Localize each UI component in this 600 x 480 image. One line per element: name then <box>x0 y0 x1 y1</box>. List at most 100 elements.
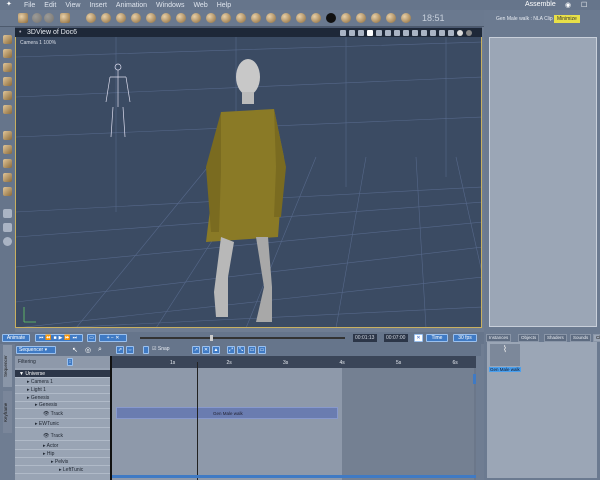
bone-icon[interactable] <box>401 13 411 23</box>
playback-controls[interactable]: ⏮⏪■▶⏩⏭ <box>35 334 83 342</box>
twist-tool-icon[interactable] <box>3 159 12 168</box>
workspace-label[interactable]: Assemble <box>525 1 556 8</box>
render-icon[interactable] <box>448 30 454 36</box>
time-mode-select[interactable]: Time <box>426 334 448 342</box>
menu-file[interactable]: File <box>24 2 35 9</box>
fit-button[interactable]: ▭ <box>258 346 266 354</box>
keyframe-buttons[interactable]: + − ✕ <box>99 334 127 342</box>
brush-icon[interactable] <box>341 13 351 23</box>
plane-icon[interactable] <box>191 13 201 23</box>
hand-pan-icon[interactable] <box>3 223 12 232</box>
tab-sounds[interactable]: Sounds <box>570 334 592 342</box>
menu-animation[interactable]: Animation <box>116 2 147 9</box>
fps-select[interactable]: 30 fps <box>453 334 477 342</box>
filter-button[interactable]: ↕ <box>67 358 73 366</box>
tree-row[interactable]: ▸ LeftTunic <box>15 466 110 474</box>
tree-row[interactable]: ▸ Actor <box>15 442 110 450</box>
app-logo-icon[interactable]: ✦ <box>6 0 12 8</box>
figure-tool-icon[interactable] <box>60 13 70 23</box>
shield-icon[interactable] <box>412 30 418 36</box>
nla-clip[interactable]: Gen Male walk <box>116 407 338 419</box>
disc-icon[interactable] <box>221 13 231 23</box>
orbit-tool-icon[interactable] <box>3 145 12 154</box>
expand-button[interactable]: ⤢ <box>227 346 235 354</box>
split-button[interactable]: ⇔ <box>126 346 134 354</box>
bowl-icon[interactable] <box>296 13 306 23</box>
tab-objects[interactable]: Objects <box>518 334 540 342</box>
light-icon[interactable] <box>206 13 216 23</box>
target-icon[interactable]: ◎ <box>85 346 91 354</box>
flower-icon[interactable] <box>266 13 276 23</box>
sphere-primitive-icon[interactable] <box>86 13 96 23</box>
menu-edit[interactable]: Edit <box>44 2 56 9</box>
sphere-shaded-icon[interactable] <box>457 30 463 36</box>
timeline-vscroll[interactable] <box>473 374 476 384</box>
ring-icon[interactable] <box>281 13 291 23</box>
tree-row[interactable]: 👁 Track <box>15 409 110 419</box>
blend-button[interactable]: ⇗ <box>116 346 124 354</box>
snap-checkbox[interactable]: ☑ Snap <box>152 346 170 352</box>
tree-row[interactable]: ▸ Hip <box>15 450 110 458</box>
menu-web[interactable]: Web <box>193 2 207 9</box>
tree-row[interactable]: ▸ EWTunic <box>15 420 110 428</box>
range-toggle[interactable]: ✕ <box>414 334 423 342</box>
cluster-icon[interactable] <box>251 13 261 23</box>
basket-icon[interactable] <box>311 13 321 23</box>
select-icon[interactable]: ↖ <box>72 346 78 354</box>
tree-row[interactable]: ▸ Camera 1 <box>15 378 110 386</box>
joint-tool-icon[interactable] <box>3 105 12 114</box>
shield-icon[interactable] <box>403 30 409 36</box>
timeline-scrollbar[interactable] <box>112 475 476 478</box>
zoom-icon[interactable]: ⌕ <box>98 346 102 354</box>
universal-tool-icon[interactable] <box>3 49 12 58</box>
node-tool-icon[interactable] <box>3 187 12 196</box>
scale-tool-icon[interactable] <box>3 91 12 100</box>
viewport-menu-icon[interactable]: • <box>19 29 21 36</box>
tree-row[interactable]: ▸ Genesis <box>15 401 110 409</box>
3d-viewport[interactable]: Camera 1 100% <box>15 37 482 328</box>
tree-row[interactable]: 👁 Track <box>15 431 110 441</box>
tab-instances[interactable]: Instances <box>486 334 512 342</box>
collapse-button[interactable]: ⤡ <box>237 346 245 354</box>
pan-tool-icon[interactable] <box>3 173 12 182</box>
gear-icon[interactable] <box>176 13 186 23</box>
black-bowl-icon[interactable] <box>326 13 336 23</box>
loop-button[interactable]: ▭ <box>87 334 96 342</box>
sequencer-mode-select[interactable]: Sequencer ▾ <box>16 346 56 354</box>
animate-button[interactable]: Animate <box>2 334 30 342</box>
eye-icon[interactable]: 👁 <box>43 433 51 439</box>
zoom-icon[interactable] <box>3 237 12 246</box>
layout-icon[interactable] <box>394 30 400 36</box>
plug-icon[interactable] <box>131 13 141 23</box>
sphere-icon[interactable] <box>466 30 472 36</box>
camera-control-icon[interactable] <box>358 30 364 36</box>
timeline-area[interactable]: 1s 2s 3s 4s 5s 6s Gen Male walk <box>110 356 476 480</box>
menu-insert[interactable]: Insert <box>89 2 107 9</box>
donut-icon[interactable] <box>386 13 396 23</box>
tab-sequencer[interactable]: Sequencer <box>3 345 12 387</box>
playhead[interactable] <box>197 362 198 480</box>
hand-icon[interactable] <box>236 13 246 23</box>
layout-icon[interactable] <box>367 30 373 36</box>
snap-toggle-button[interactable] <box>143 346 149 354</box>
menu-view[interactable]: View <box>65 2 80 9</box>
time-ruler[interactable]: 1s 2s 3s 4s 5s 6s <box>112 356 476 368</box>
box-icon[interactable] <box>356 13 366 23</box>
current-time-field[interactable]: 00:01:13 <box>353 334 377 342</box>
layout-icon[interactable] <box>376 30 382 36</box>
render-icon[interactable] <box>430 30 436 36</box>
lathe-icon[interactable] <box>101 13 111 23</box>
time-slider[interactable] <box>140 335 345 341</box>
tab-clips[interactable]: Clips <box>593 334 600 342</box>
render-icon[interactable] <box>439 30 445 36</box>
tool-button[interactable]: ▲ <box>212 346 220 354</box>
text-icon[interactable] <box>161 13 171 23</box>
ellipse-icon[interactable] <box>116 13 126 23</box>
tool-button[interactable]: ✕ <box>202 346 210 354</box>
camera-control-icon[interactable] <box>349 30 355 36</box>
clip-item-label[interactable]: Gen Male walk <box>489 367 521 372</box>
pose-tool-icon[interactable] <box>18 13 28 23</box>
minimize-button[interactable]: Minimize <box>554 15 580 23</box>
layout-icon[interactable] <box>385 30 391 36</box>
menu-windows[interactable]: Windows <box>156 2 184 9</box>
